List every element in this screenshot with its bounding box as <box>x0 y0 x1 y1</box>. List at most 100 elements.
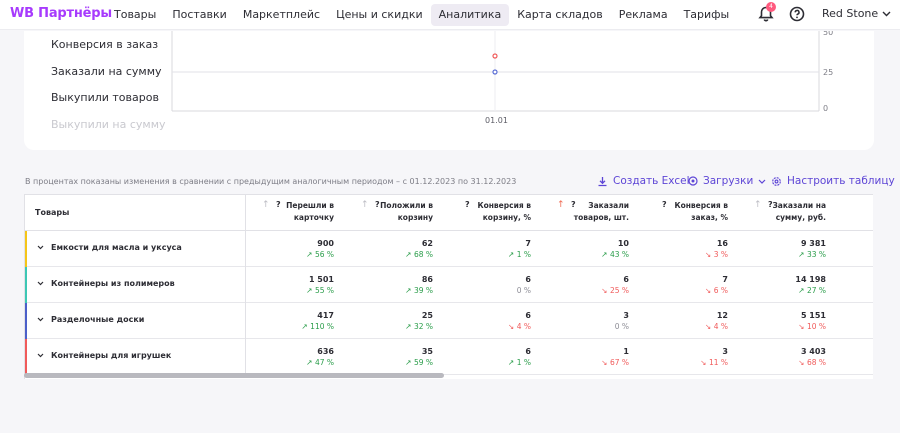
product-name-text: Емкости для масла и уксуса <box>51 243 182 252</box>
cell-value: 7 <box>525 239 531 248</box>
column-header-3[interactable]: Заказали товаров, шт. <box>569 200 629 224</box>
cell-value: 1 501 <box>308 275 334 284</box>
delta-percent: 4 % <box>713 322 728 331</box>
table-cell: 5 151 ↘ 10 % <box>756 310 826 332</box>
cell-value: 6 <box>525 311 531 320</box>
gear-icon <box>772 176 781 186</box>
analytics-table: Товары Перешли в карточку? ↑ Положили в корз… <box>24 194 873 379</box>
table-row[interactable]: Разделочные доски 417 ↗ 110 % 25 ↗ 32 % 6 ↘ 4 … <box>25 303 873 339</box>
delta-percent: 68 % <box>806 358 826 367</box>
chevron-down-icon[interactable] <box>37 353 44 358</box>
configure-table-button[interactable]: Настроить таблицу <box>771 175 895 187</box>
delta-percent: 67 % <box>609 358 629 367</box>
cell-value: 417 <box>317 311 334 320</box>
arrow-up-icon: ↗ <box>306 250 315 259</box>
top-header: WB Партнёры Товары Поставки Маркетплейс Цен… <box>0 0 900 30</box>
horizontal-scrollbar[interactable] <box>24 373 444 378</box>
column-header-6[interactable]: Ди <box>865 200 873 212</box>
column-header-5[interactable]: Заказали на сумму, руб. <box>766 200 826 224</box>
cell-value: 86 <box>421 275 433 284</box>
chart-card: Конверсия в заказ Заказали на сумму Выкупи… <box>24 31 874 150</box>
delta-percent: 32 % <box>413 322 433 331</box>
cell-delta: ↗ 32 % <box>363 321 433 332</box>
column-header-1[interactable]: Положили в корзину <box>373 200 433 224</box>
cell-delta: ↗ 110 % <box>264 321 335 332</box>
data-point-blue <box>492 69 498 75</box>
cell-value: 6 <box>623 275 629 284</box>
delta-percent: 3 % <box>713 250 728 259</box>
delta-percent: 0 % <box>516 286 531 295</box>
header-products[interactable]: Товары <box>35 208 69 217</box>
cell-delta: ↗ 1 % <box>461 357 531 368</box>
nav-item-0[interactable]: Товары <box>106 4 164 26</box>
table-cell: 7 ↘ 6 % <box>658 274 728 296</box>
nav-item-6[interactable]: Реклама <box>611 4 676 26</box>
table-row[interactable]: Емкости для масла и уксуса 900 ↗ 56 % 62 ↗ 6… <box>25 231 873 267</box>
user-menu[interactable]: Red Stone <box>822 7 891 20</box>
nav-item-5[interactable]: Карта складов <box>509 4 610 26</box>
table-cell: 9 381 ↗ 33 % <box>756 238 826 260</box>
arrow-up-icon: ↗ <box>306 286 315 295</box>
help-icon[interactable]: ? <box>465 200 470 209</box>
help-icon[interactable]: ? <box>375 200 380 209</box>
x-tick-label: 01.01 <box>485 116 508 125</box>
chevron-down-icon[interactable] <box>37 317 44 322</box>
arrow-up-icon: ↗ <box>508 250 517 259</box>
create-excel-label: Создать Excel <box>613 175 690 187</box>
nav-item-2[interactable]: Маркетплейс <box>235 4 328 26</box>
sort-arrow-icon[interactable]: ↑ <box>754 200 762 210</box>
help-icon[interactable]: ? <box>571 200 576 209</box>
sort-arrow-icon[interactable]: ↑ <box>262 200 270 210</box>
arrow-down-icon: ↘ <box>705 250 714 259</box>
column-header-line1: Ди <box>865 200 873 212</box>
table-cell: 1 ↘ 67 % <box>559 346 629 368</box>
table-row[interactable]: Контейнеры из полимеров 1 501 ↗ 55 % 86 ↗ 39… <box>25 267 873 303</box>
data-point-red <box>492 53 498 59</box>
chevron-down-icon[interactable] <box>37 245 44 250</box>
logo[interactable]: WB Партнёры <box>10 6 112 21</box>
cell-delta: ↗ 55 % <box>264 285 334 296</box>
column-header-line2: карточку <box>293 213 334 222</box>
row-color-marker <box>25 339 27 375</box>
cell-delta: ↗ 47 % <box>264 357 334 368</box>
row-product-name[interactable]: Емкости для масла и уксуса <box>37 243 182 252</box>
downloads-button[interactable]: Загрузки <box>688 175 766 187</box>
chevron-down-icon[interactable] <box>37 281 44 286</box>
sort-arrow-icon[interactable]: ↑ <box>361 200 369 210</box>
nav-item-4[interactable]: Аналитика <box>430 4 510 26</box>
column-header-2[interactable]: Конверсия в корзину, % <box>471 200 531 224</box>
table-cell: 6 ↗ 1 % <box>461 346 531 368</box>
sort-arrow-icon[interactable]: ↑ <box>557 200 565 210</box>
delta-percent: 6 % <box>713 286 728 295</box>
arrow-up-icon: ↗ <box>601 250 610 259</box>
row-product-name[interactable]: Разделочные доски <box>37 315 144 324</box>
cell-delta: ↘ 11 % <box>658 357 728 368</box>
column-header-4[interactable]: Конверсия в заказ, % <box>668 200 728 224</box>
help-icon[interactable]: ? <box>276 200 281 209</box>
delta-percent: 55 % <box>314 286 334 295</box>
cell-delta: ↗ 59 % <box>363 357 433 368</box>
cell-value: 12 <box>716 311 728 320</box>
cell-delta: ↗ 1 % <box>461 249 531 260</box>
table-cell: 60 % <box>461 274 531 296</box>
table-cell: 86 ↗ 39 % <box>363 274 433 296</box>
column-header-0[interactable]: Перешли в карточку <box>274 200 334 224</box>
column-header-line1: Конверсия в <box>674 201 728 210</box>
table-row[interactable]: Контейнеры для игрушек 636 ↗ 47 % 35 ↗ 59 % 6… <box>25 339 873 375</box>
create-excel-button[interactable]: Создать Excel <box>597 175 690 187</box>
column-header-line1: Конверсия в <box>477 201 531 210</box>
arrow-up-icon: ↗ <box>405 286 414 295</box>
nav-item-3[interactable]: Цены и скидки <box>328 4 431 26</box>
row-product-name[interactable]: Контейнеры из полимеров <box>37 279 175 288</box>
nav-item-1[interactable]: Поставки <box>164 4 234 26</box>
delta-percent: 10 % <box>806 322 826 331</box>
help-icon[interactable] <box>789 6 805 22</box>
arrow-up-icon: ↗ <box>798 250 807 259</box>
help-icon[interactable]: ? <box>662 200 667 209</box>
row-product-name[interactable]: Контейнеры для игрушек <box>37 351 171 360</box>
delta-percent: 27 % <box>806 286 826 295</box>
help-icon[interactable]: ? <box>768 200 773 209</box>
column-header-line1: Положили в <box>380 201 433 210</box>
downloads-label: Загрузки <box>703 175 754 187</box>
nav-item-7[interactable]: Тарифы <box>676 4 738 26</box>
